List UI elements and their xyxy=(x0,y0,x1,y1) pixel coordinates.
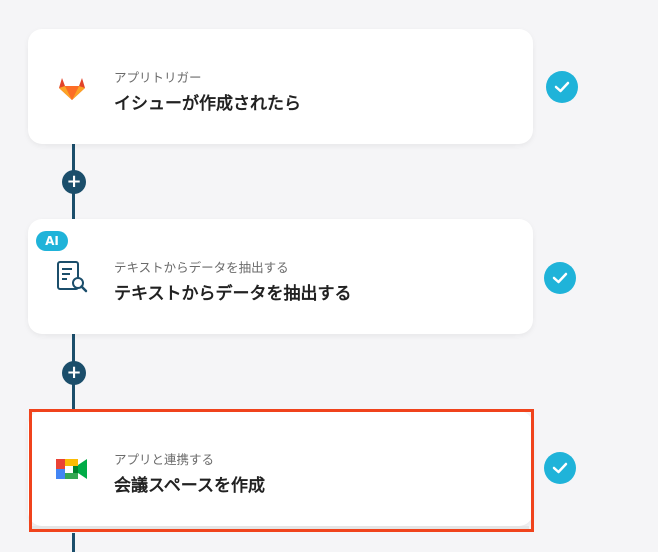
step-title: イシューが作成されたら xyxy=(114,94,301,114)
check-icon xyxy=(544,452,576,484)
gitlab-icon xyxy=(54,69,90,105)
document-search-icon xyxy=(54,259,90,295)
add-step-button[interactable]: + xyxy=(62,170,86,194)
step-card-ai-extract[interactable]: テキストからデータを抽出する テキストからデータを抽出する xyxy=(28,219,533,334)
ai-badge: AI xyxy=(36,231,68,251)
step-subtitle: アプリと連携する xyxy=(114,452,215,467)
step-subtitle: テキストからデータを抽出する xyxy=(114,260,289,275)
card-bottom-strip xyxy=(32,526,529,529)
check-icon xyxy=(544,262,576,294)
step-title: テキストからデータを抽出する xyxy=(114,284,352,304)
step-card-create-meeting-space[interactable]: アプリと連携する 会議スペースを作成 xyxy=(28,411,533,526)
check-icon xyxy=(546,71,578,103)
google-meet-icon xyxy=(54,451,90,487)
step-card-trigger[interactable]: アプリトリガー イシューが作成されたら xyxy=(28,29,533,144)
add-step-button[interactable]: + xyxy=(62,361,86,385)
step-title: 会議スペースを作成 xyxy=(114,476,265,496)
flow-connector xyxy=(72,533,75,552)
step-subtitle: アプリトリガー xyxy=(114,70,202,85)
